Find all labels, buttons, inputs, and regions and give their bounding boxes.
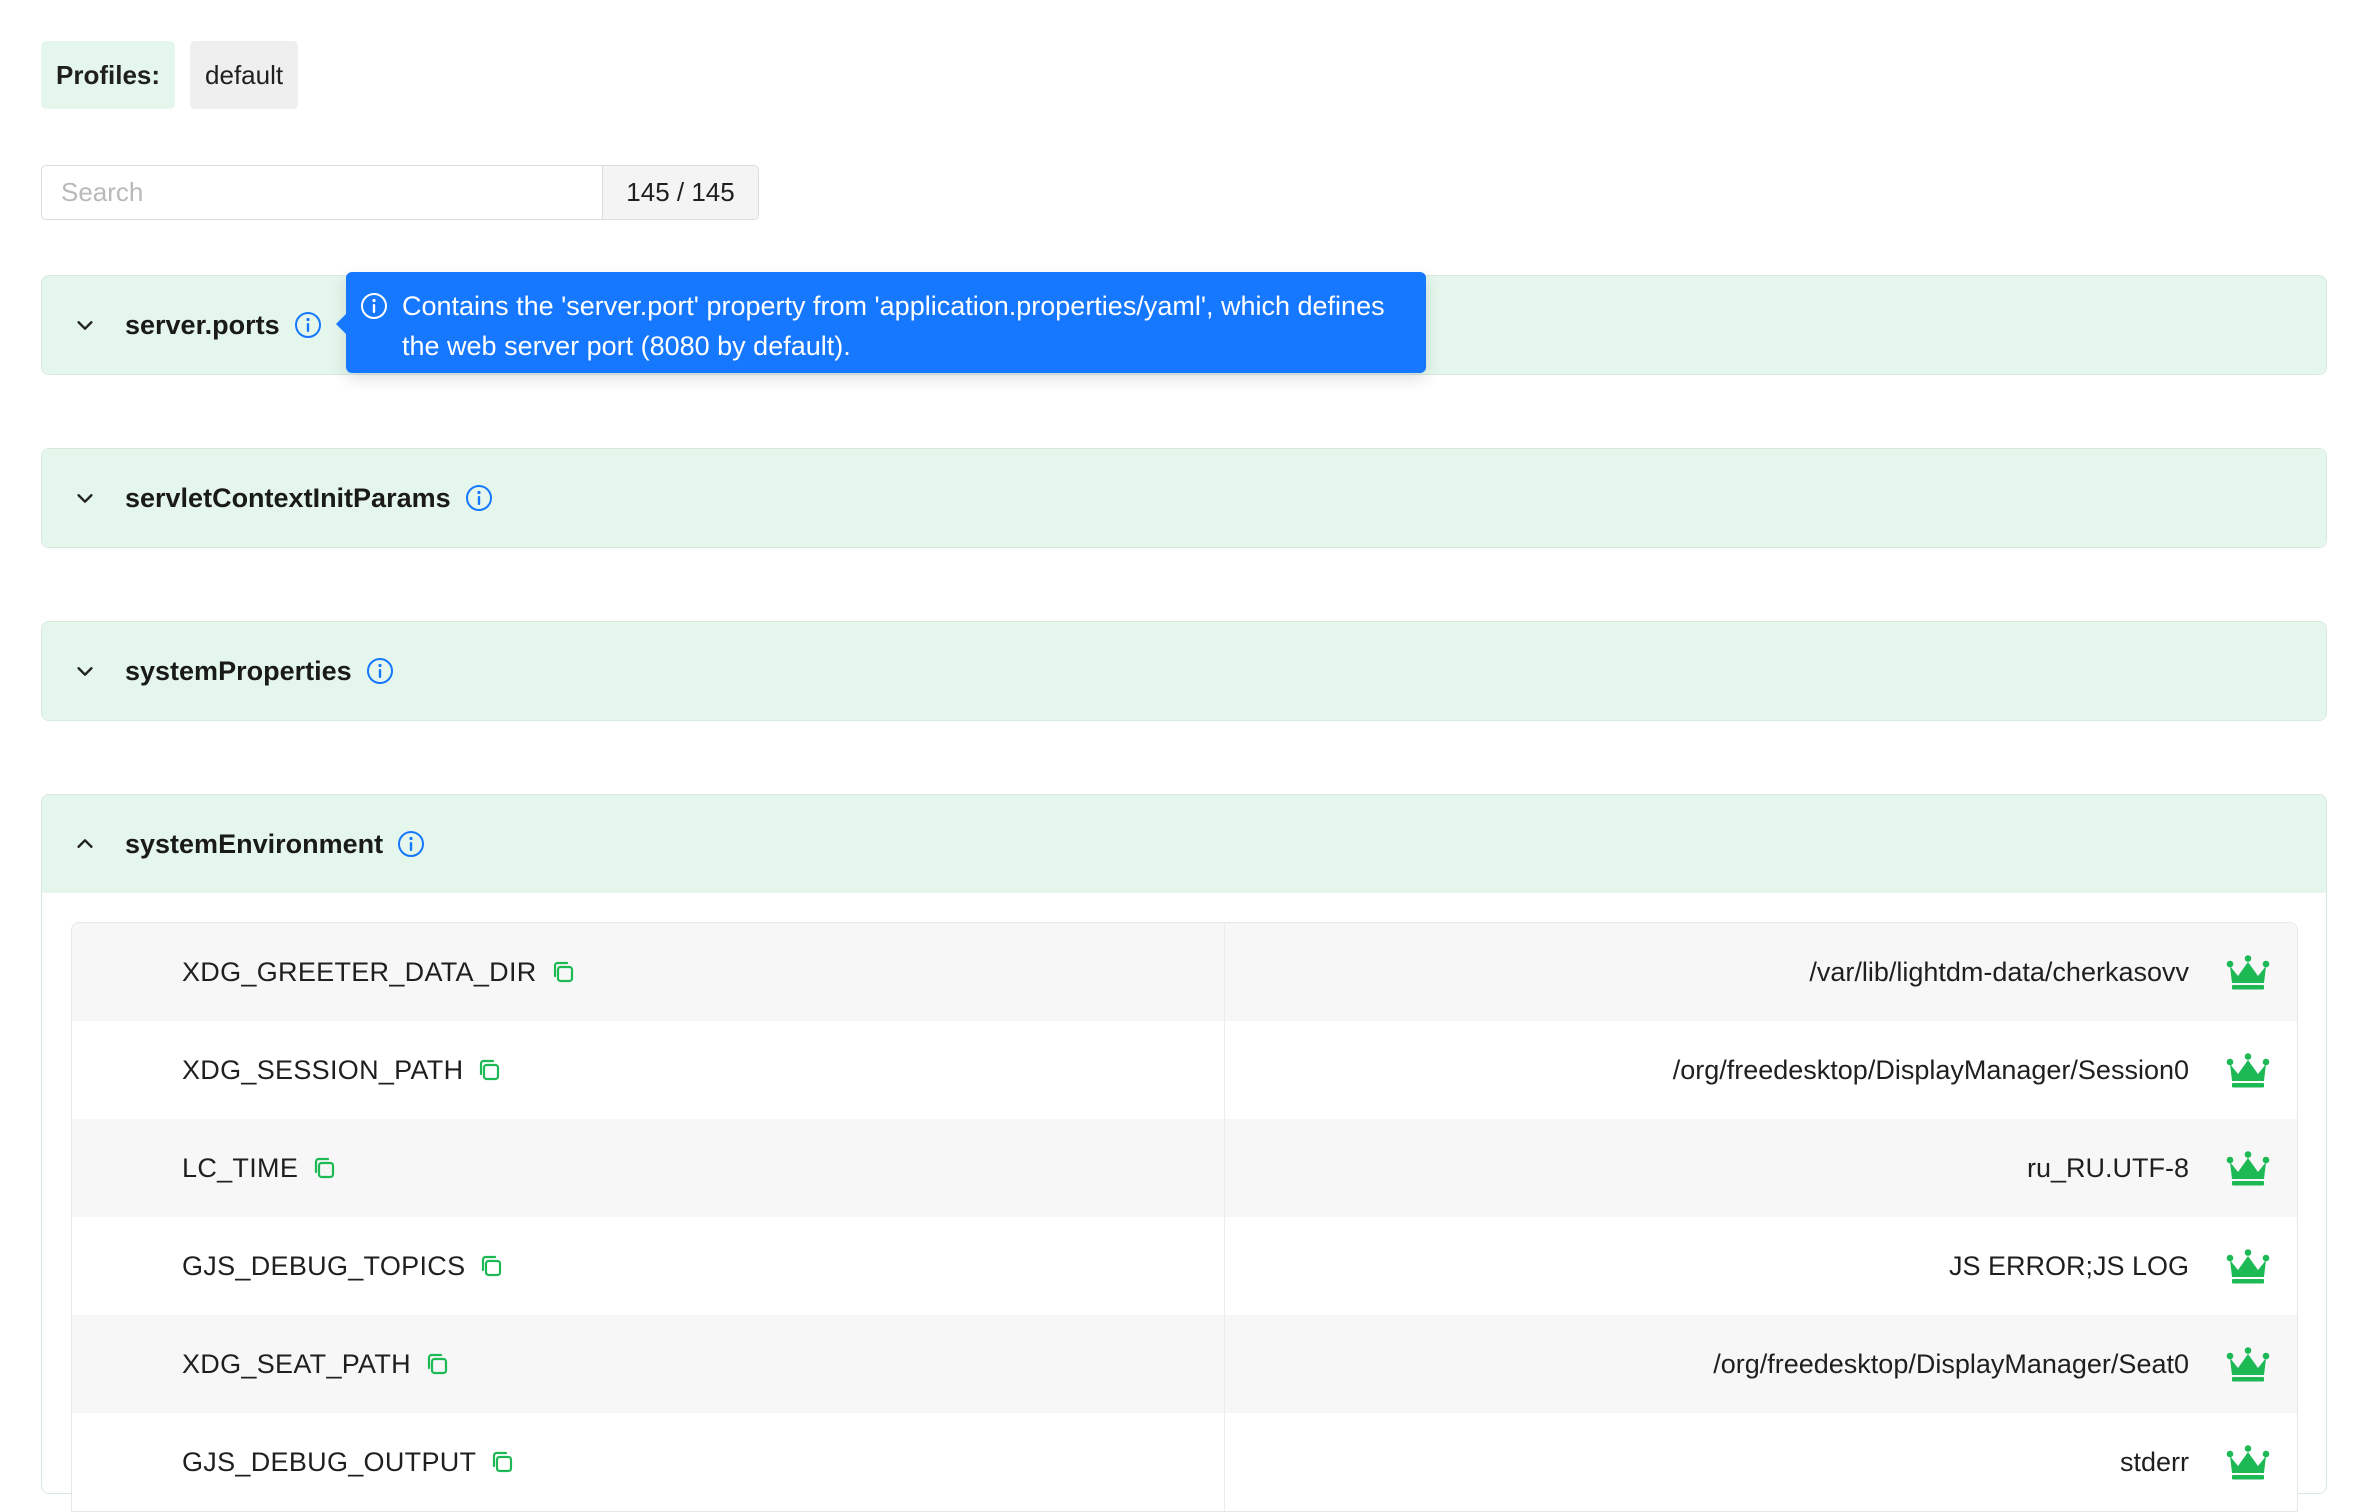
info-circle-icon[interactable] (465, 484, 493, 512)
chevron-down-icon[interactable] (70, 483, 100, 513)
profiles-bar: Profiles: default (41, 41, 299, 109)
env-value: ru_RU.UTF-8 (2026, 1152, 2189, 1183)
section-header-system-environment[interactable]: systemEnvironment (42, 795, 2326, 893)
env-value: /org/freedesktop/DisplayManager/Session0 (1672, 1054, 2189, 1085)
env-value: stderr (2119, 1446, 2189, 1477)
info-circle-icon (361, 293, 387, 319)
section-header-servlet-context-init-params[interactable]: servletContextInitParams (42, 449, 2326, 547)
chevron-down-icon[interactable] (70, 310, 100, 340)
search-bar: 145 / 145 (41, 165, 759, 220)
chevron-up-icon[interactable] (70, 829, 100, 859)
table-row: GJS_DEBUG_OUTPUT stderr (72, 1413, 2297, 1511)
crown-icon[interactable] (2225, 1148, 2271, 1188)
column-divider (1224, 1217, 1225, 1315)
crown-icon[interactable] (2225, 1442, 2271, 1482)
env-key: GJS_DEBUG_OUTPUT (182, 1447, 516, 1478)
column-divider (1224, 923, 1225, 1021)
env-key-label: GJS_DEBUG_TOPICS (182, 1250, 466, 1281)
search-result-count: 145 / 145 (602, 166, 758, 219)
copy-icon[interactable] (475, 1056, 503, 1084)
environment-table: XDG_GREETER_DATA_DIR /var/lib/lightdm-da… (71, 922, 2298, 1512)
env-key: XDG_SEAT_PATH (182, 1349, 451, 1380)
env-value: JS ERROR;JS LOG (1948, 1250, 2189, 1281)
tooltip-text: Contains the 'server.port' property from… (402, 291, 1385, 361)
copy-icon[interactable] (488, 1448, 516, 1476)
chevron-down-icon[interactable] (70, 656, 100, 686)
info-circle-icon[interactable] (397, 830, 425, 858)
section-servlet-context-init-params: servletContextInitParams (41, 448, 2327, 548)
tooltip-arrow (336, 314, 346, 334)
profile-chip-default[interactable]: default (190, 41, 299, 109)
table-row: LC_TIME ru_RU.UTF-8 (72, 1119, 2297, 1217)
table-row: GJS_DEBUG_TOPICS JS ERROR;JS LOG (72, 1217, 2297, 1315)
env-value: /org/freedesktop/DisplayManager/Seat0 (1713, 1348, 2189, 1379)
table-row: XDG_GREETER_DATA_DIR /var/lib/lightdm-da… (72, 923, 2297, 1021)
env-key-label: XDG_SEAT_PATH (182, 1348, 411, 1379)
section-title: systemEnvironment (125, 828, 384, 859)
copy-icon[interactable] (423, 1350, 451, 1378)
crown-icon[interactable] (2225, 1246, 2271, 1286)
crown-icon[interactable] (2225, 952, 2271, 992)
section-system-properties: systemProperties (41, 621, 2327, 721)
section-title: server.ports (125, 309, 280, 340)
info-circle-icon[interactable] (366, 657, 394, 685)
section-title: systemProperties (125, 655, 352, 686)
profiles-label: Profiles: (41, 41, 176, 109)
info-tooltip: Contains the 'server.port' property from… (336, 272, 1426, 373)
info-circle-icon[interactable] (294, 311, 322, 339)
env-value: /var/lib/lightdm-data/cherkasovv (1809, 956, 2189, 987)
column-divider (1224, 1413, 1225, 1511)
env-key: XDG_SESSION_PATH (182, 1055, 503, 1086)
table-row: XDG_SEAT_PATH /org/freedesktop/DisplayMa… (72, 1315, 2297, 1413)
column-divider (1224, 1119, 1225, 1217)
search-input[interactable] (42, 166, 602, 219)
copy-icon[interactable] (477, 1252, 505, 1280)
crown-icon[interactable] (2225, 1344, 2271, 1384)
table-row: XDG_SESSION_PATH /org/freedesktop/Displa… (72, 1021, 2297, 1119)
section-title: servletContextInitParams (125, 482, 451, 513)
env-key-label: XDG_SESSION_PATH (182, 1054, 464, 1085)
copy-icon[interactable] (549, 958, 577, 986)
env-key: XDG_GREETER_DATA_DIR (182, 957, 577, 988)
crown-icon[interactable] (2225, 1050, 2271, 1090)
env-key: LC_TIME (182, 1153, 338, 1184)
env-key: GJS_DEBUG_TOPICS (182, 1251, 505, 1282)
copy-icon[interactable] (310, 1154, 338, 1182)
column-divider (1224, 1315, 1225, 1413)
section-header-system-properties[interactable]: systemProperties (42, 622, 2326, 720)
env-key-label: XDG_GREETER_DATA_DIR (182, 956, 537, 987)
env-key-label: GJS_DEBUG_OUTPUT (182, 1446, 477, 1477)
column-divider (1224, 1021, 1225, 1119)
env-key-label: LC_TIME (182, 1152, 299, 1183)
